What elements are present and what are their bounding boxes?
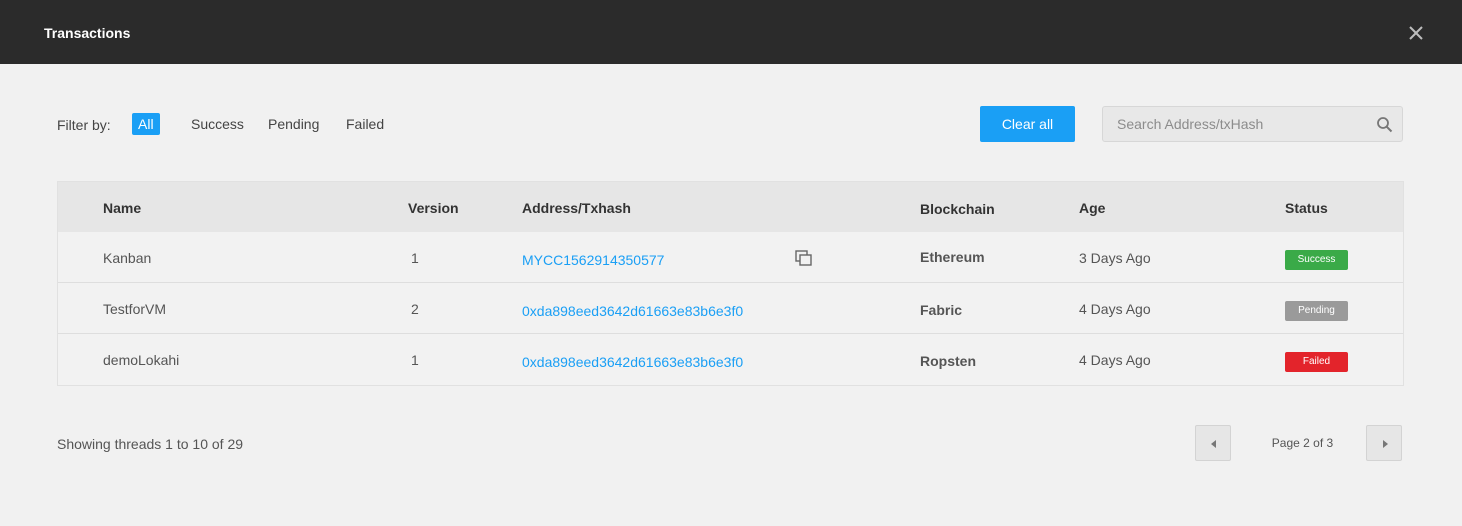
next-page-button[interactable]	[1366, 425, 1402, 461]
close-icon[interactable]	[1405, 22, 1427, 44]
copy-icon[interactable]	[795, 250, 813, 268]
cell-address-link[interactable]: MYCC1562914350577	[522, 251, 664, 269]
prev-page-button[interactable]	[1195, 425, 1231, 461]
column-header-name: Name	[103, 200, 142, 216]
cell-version: 1	[411, 352, 419, 368]
column-header-address: Address/Txhash	[522, 200, 631, 216]
table-row[interactable]: demoLokahi 1 0xda898eed3642d61663e83b6e3…	[58, 334, 1403, 385]
column-header-status: Status	[1285, 200, 1328, 216]
cell-blockchain: Ethereum	[920, 249, 985, 265]
triangle-left-icon	[1211, 440, 1216, 448]
search-icon[interactable]	[1376, 116, 1394, 134]
page-indicator: Page 2 of 3	[1271, 436, 1334, 450]
modal-title: Transactions	[44, 25, 131, 41]
cell-blockchain: Fabric	[920, 302, 963, 318]
status-badge: Success	[1285, 250, 1348, 270]
cell-version: 2	[411, 301, 419, 317]
pagination-summary: Showing threads 1 to 10 of 29	[57, 436, 244, 452]
search-box	[1102, 106, 1403, 142]
cell-blockchain: Ropsten	[920, 353, 976, 369]
filter-chip-success[interactable]: Success	[191, 113, 244, 135]
filter-chip-all[interactable]: All	[132, 113, 160, 135]
status-badge: Pending	[1285, 301, 1348, 321]
table-row[interactable]: Kanban 1 MYCC1562914350577 Ethereum 3 Da…	[58, 232, 1403, 283]
column-header-version: Version	[408, 200, 459, 216]
column-header-blockchain: Blockchain	[920, 201, 995, 217]
filter-chip-failed[interactable]: Failed	[346, 113, 384, 135]
cell-version: 1	[411, 250, 419, 266]
cell-age: 4 Days Ago	[1079, 352, 1151, 368]
status-badge: Failed	[1285, 352, 1348, 372]
clear-all-button[interactable]: Clear all	[980, 106, 1075, 142]
column-header-age: Age	[1079, 200, 1106, 216]
table-header: Name Version Address/Txhash Blockchain A…	[58, 182, 1403, 232]
transactions-table: Name Version Address/Txhash Blockchain A…	[57, 181, 1404, 386]
cell-name: demoLokahi	[103, 352, 180, 368]
cell-name: Kanban	[103, 250, 152, 266]
filter-label: Filter by:	[57, 117, 111, 133]
search-input[interactable]	[1103, 107, 1363, 141]
cell-name: TestforVM	[103, 301, 167, 317]
modal-header: Transactions	[0, 0, 1462, 64]
cell-age: 4 Days Ago	[1079, 301, 1151, 317]
cell-address-link[interactable]: 0xda898eed3642d61663e83b6e3f0	[522, 353, 743, 371]
cell-age: 3 Days Ago	[1079, 250, 1151, 266]
cell-address-link[interactable]: 0xda898eed3642d61663e83b6e3f0	[522, 302, 743, 320]
table-row[interactable]: TestforVM 2 0xda898eed3642d61663e83b6e3f…	[58, 283, 1403, 334]
triangle-right-icon	[1383, 440, 1388, 448]
filter-chip-pending[interactable]: Pending	[268, 113, 319, 135]
